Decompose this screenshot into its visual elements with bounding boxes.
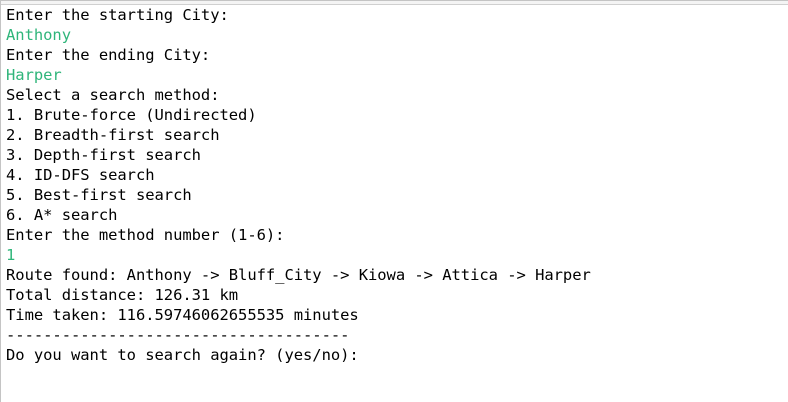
method-option-2: 2. Breadth-first search — [6, 126, 220, 144]
method-option-1: 1. Brute-force (Undirected) — [6, 106, 257, 124]
method-option-3: 3. Depth-first search — [6, 146, 201, 164]
input-starting-city: Anthony — [6, 26, 71, 44]
separator-line: ------------------------------------- — [6, 326, 350, 344]
method-option-6: 6. A* search — [6, 206, 118, 224]
prompt-ending-city: Enter the ending City: — [6, 46, 211, 64]
input-ending-city: Harper — [6, 66, 62, 84]
console-output-panel[interactable]: Enter the starting City: Anthony Enter t… — [0, 0, 788, 402]
method-option-5: 5. Best-first search — [6, 186, 192, 204]
prompt-starting-city: Enter the starting City: — [6, 6, 229, 24]
route-result: Route found: Anthony -> Bluff_City -> Ki… — [6, 266, 591, 284]
prompt-method-number: Enter the method number (1-6): — [6, 226, 285, 244]
console-text: Enter the starting City: Anthony Enter t… — [6, 5, 591, 365]
total-distance-result: Total distance: 126.31 km — [6, 286, 239, 304]
prompt-search-again[interactable]: Do you want to search again? (yes/no): — [6, 345, 591, 365]
method-option-4: 4. ID-DFS search — [6, 166, 155, 184]
time-taken-result: Time taken: 116.59746062655535 minutes — [6, 306, 359, 324]
input-method-number: 1 — [6, 246, 16, 264]
prompt-search-method: Select a search method: — [6, 86, 220, 104]
